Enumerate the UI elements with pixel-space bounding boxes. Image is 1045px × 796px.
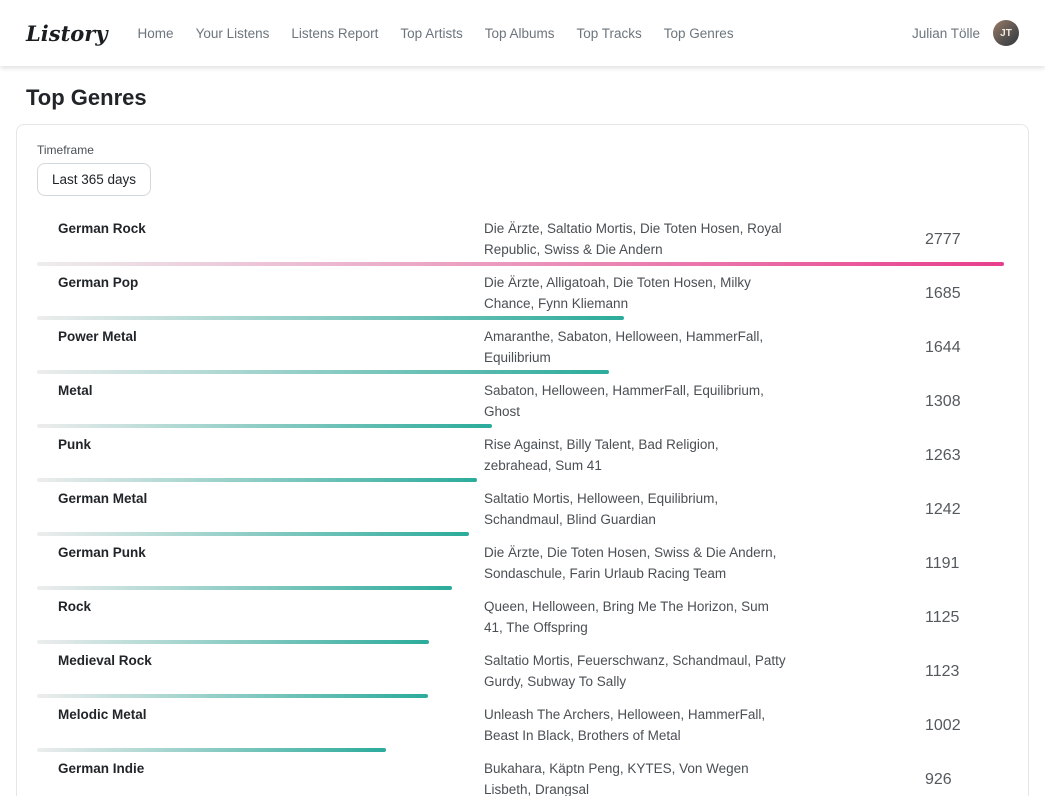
nav-item-home[interactable]: Home [138, 26, 174, 41]
genre-artists: Bukahara, Käptn Peng, KYTES, Von Wegen L… [484, 759, 786, 796]
genre-name: Metal [37, 381, 484, 402]
genre-artists: Rise Against, Billy Talent, Bad Religion… [484, 435, 786, 476]
nav-item-top-albums[interactable]: Top Albums [485, 26, 555, 41]
genre-row: German Indie Bukahara, Käptn Peng, KYTES… [37, 752, 1004, 796]
nav-item-top-tracks[interactable]: Top Tracks [577, 26, 642, 41]
nav-item-listens-report[interactable]: Listens Report [291, 26, 378, 41]
genre-row: Medieval Rock Saltatio Mortis, Feuerschw… [37, 644, 1004, 698]
genre-count: 1263 [925, 446, 1004, 466]
nav-item-your-listens[interactable]: Your Listens [196, 26, 270, 41]
main-nav: Home Your Listens Listens Report Top Artist… [138, 26, 734, 41]
brand-logo[interactable]: Listory [26, 21, 108, 46]
genre-artists: Saltatio Mortis, Helloween, Equilibrium,… [484, 489, 786, 530]
genre-artists: Unleash The Archers, Helloween, HammerFa… [484, 705, 786, 746]
genre-artists: Saltatio Mortis, Feuerschwanz, Schandmau… [484, 651, 786, 692]
genre-count: 1242 [925, 500, 1004, 520]
top-genres-card: Timeframe Last 365 days German Rock Die … [16, 124, 1029, 796]
genre-artists: Die Ärzte, Die Toten Hosen, Swiss & Die … [484, 543, 786, 584]
genre-name: Medieval Rock [37, 651, 484, 672]
genre-name: German Indie [37, 759, 484, 780]
genre-artists: Amaranthe, Sabaton, Helloween, HammerFal… [484, 327, 786, 368]
user-name: Julian Tölle [912, 26, 980, 41]
timeframe-select[interactable]: Last 365 days [37, 163, 151, 196]
genre-artists: Queen, Helloween, Bring Me The Horizon, … [484, 597, 786, 638]
genre-row: German Punk Die Ärzte, Die Toten Hosen, … [37, 536, 1004, 590]
genre-name: German Punk [37, 543, 484, 564]
genre-name: Melodic Metal [37, 705, 484, 726]
genre-row: German Rock Die Ärzte, Saltatio Mortis, … [37, 212, 1004, 266]
genre-name: Power Metal [37, 327, 484, 348]
nav-item-top-genres[interactable]: Top Genres [664, 26, 734, 41]
page-title: Top Genres [0, 85, 1045, 111]
timeframe-label: Timeframe [37, 143, 1004, 157]
genre-row: German Metal Saltatio Mortis, Helloween,… [37, 482, 1004, 536]
genre-name: German Metal [37, 489, 484, 510]
genre-table: German Rock Die Ärzte, Saltatio Mortis, … [37, 212, 1004, 796]
genre-artists: Sabaton, Helloween, HammerFall, Equilibr… [484, 381, 786, 422]
genre-count: 1644 [925, 338, 1004, 358]
genre-row: Melodic Metal Unleash The Archers, Hello… [37, 698, 1004, 752]
genre-row: German Pop Die Ärzte, Alligatoah, Die To… [37, 266, 1004, 320]
main-content: Top Genres Timeframe Last 365 days Germa… [0, 85, 1045, 796]
genre-name: Rock [37, 597, 484, 618]
genre-row: Metal Sabaton, Helloween, HammerFall, Eq… [37, 374, 1004, 428]
user-menu[interactable]: Julian Tölle JT [912, 20, 1019, 46]
genre-count: 1002 [925, 716, 1004, 736]
genre-name: Punk [37, 435, 484, 456]
genre-count: 926 [925, 770, 1004, 790]
genre-name: German Pop [37, 273, 484, 294]
genre-count: 1125 [925, 608, 1004, 628]
genre-count: 1308 [925, 392, 1004, 412]
avatar-initials: JT [1000, 28, 1012, 39]
nav-item-top-artists[interactable]: Top Artists [400, 26, 462, 41]
genre-count: 1685 [925, 284, 1004, 304]
genre-count: 1123 [925, 662, 1004, 682]
genre-row: Punk Rise Against, Billy Talent, Bad Rel… [37, 428, 1004, 482]
genre-count: 1191 [925, 554, 1004, 574]
avatar[interactable]: JT [993, 20, 1019, 46]
top-nav: Listory Home Your Listens Listens Report To… [0, 0, 1045, 66]
genre-name: German Rock [37, 219, 484, 240]
genre-artists: Die Ärzte, Alligatoah, Die Toten Hosen, … [484, 273, 786, 314]
genre-row: Rock Queen, Helloween, Bring Me The Hori… [37, 590, 1004, 644]
genre-row: Power Metal Amaranthe, Sabaton, Hellowee… [37, 320, 1004, 374]
genre-artists: Die Ärzte, Saltatio Mortis, Die Toten Ho… [484, 219, 786, 260]
genre-count: 2777 [925, 230, 1004, 250]
